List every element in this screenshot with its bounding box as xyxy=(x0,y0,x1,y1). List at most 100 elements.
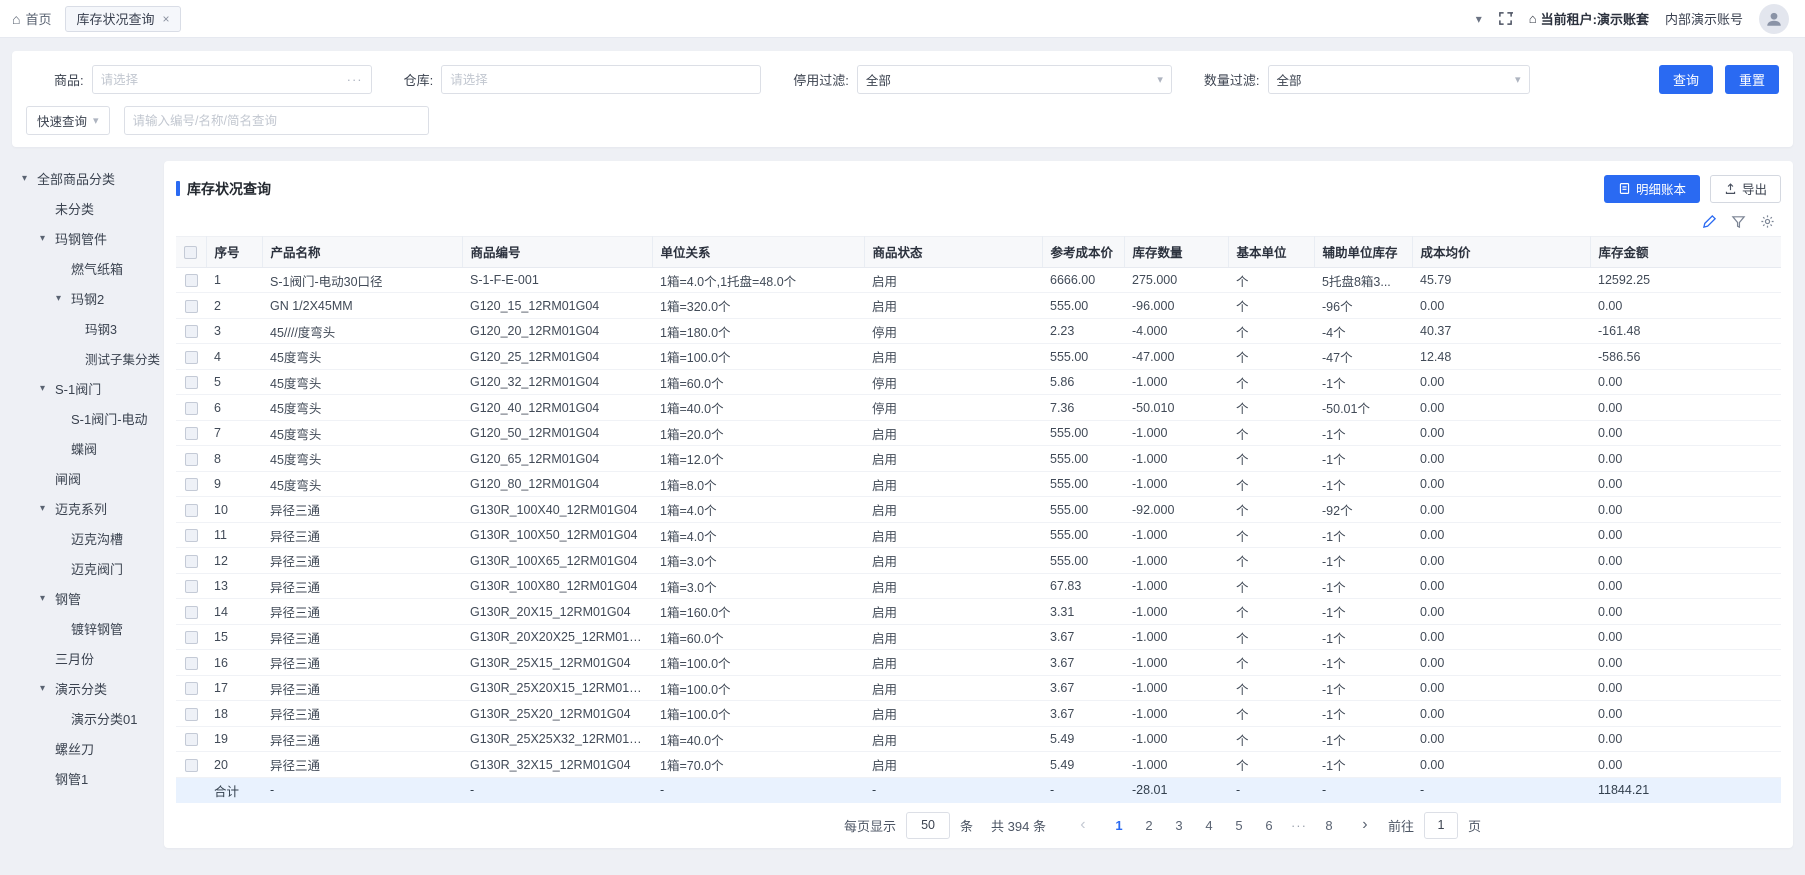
row-checkbox[interactable] xyxy=(185,631,198,644)
filter-icon[interactable] xyxy=(1731,214,1746,229)
table-row[interactable]: 17异径三通G130R_25X20X15_12RM01G041箱=100.0个启… xyxy=(176,675,1781,701)
tree-item[interactable]: ▾S-1阀门 xyxy=(18,373,156,403)
table-row[interactable]: 845度弯头G120_65_12RM01G041箱=12.0个启用555.00-… xyxy=(176,446,1781,472)
table-row[interactable]: 18异径三通G130R_25X20_12RM01G041箱=100.0个启用3.… xyxy=(176,701,1781,727)
row-checkbox[interactable] xyxy=(185,580,198,593)
row-checkbox[interactable] xyxy=(185,351,198,364)
table-row[interactable]: 20异径三通G130R_32X15_12RM01G041箱=70.0个启用5.4… xyxy=(176,752,1781,778)
table-row[interactable]: 445度弯头G120_25_12RM01G041箱=100.0个启用555.00… xyxy=(176,344,1781,370)
user-avatar[interactable] xyxy=(1759,4,1789,34)
row-checkbox[interactable] xyxy=(185,300,198,313)
table-row[interactable]: 645度弯头G120_40_12RM01G041箱=40.0个停用7.36-50… xyxy=(176,395,1781,421)
detail-ledger-button[interactable]: 明细账本 xyxy=(1604,175,1700,203)
page-button[interactable]: 4 xyxy=(1196,812,1222,839)
tree-item[interactable]: 迈克沟槽 xyxy=(18,523,156,553)
tree-item[interactable]: 闸阀 xyxy=(18,463,156,493)
page-button[interactable]: 3 xyxy=(1166,812,1192,839)
tree-item[interactable]: 未分类 xyxy=(18,193,156,223)
quick-search-input[interactable] xyxy=(133,114,420,128)
export-button[interactable]: 导出 xyxy=(1710,175,1781,203)
product-select-box[interactable]: ··· xyxy=(92,65,372,94)
account-name[interactable]: 内部演示账号 xyxy=(1665,9,1743,28)
tree-item[interactable]: 迈克阀门 xyxy=(18,553,156,583)
tab-close-icon[interactable]: × xyxy=(163,12,170,26)
table-row[interactable]: 745度弯头G120_50_12RM01G041箱=20.0个启用555.00-… xyxy=(176,420,1781,446)
edit-icon[interactable] xyxy=(1702,214,1717,229)
tree-item[interactable]: 钢管1 xyxy=(18,763,156,793)
table-row[interactable]: 12异径三通G130R_100X65_12RM01G041箱=3.0个启用555… xyxy=(176,548,1781,574)
table-row[interactable]: 345////度弯头G120_20_12RM01G041箱=180.0个停用2.… xyxy=(176,318,1781,344)
row-checkbox[interactable] xyxy=(185,402,198,415)
tree-item[interactable]: ▾钢管 xyxy=(18,583,156,613)
caret-down-icon[interactable]: ▾ xyxy=(56,293,71,304)
page-button[interactable]: 8 xyxy=(1316,812,1342,839)
caret-down-icon[interactable]: ▾ xyxy=(40,593,55,604)
quick-search-box[interactable] xyxy=(124,106,429,135)
row-checkbox[interactable] xyxy=(185,759,198,772)
reset-button[interactable]: 重置 xyxy=(1725,65,1779,94)
caret-down-icon[interactable]: ▾ xyxy=(40,503,55,514)
gear-icon[interactable] xyxy=(1760,214,1775,229)
tree-item[interactable]: ▾玛钢2 xyxy=(18,283,156,313)
caret-down-icon[interactable]: ▾ xyxy=(40,383,55,394)
tree-item[interactable]: 燃气纸箱 xyxy=(18,253,156,283)
per-page-input[interactable] xyxy=(906,812,950,839)
fullscreen-icon[interactable] xyxy=(1498,11,1513,26)
goto-page-input[interactable] xyxy=(1424,812,1458,839)
more-pages-icon[interactable]: ··· xyxy=(1286,812,1312,839)
next-page-button[interactable]: › xyxy=(1352,812,1378,839)
table-row[interactable]: 945度弯头G120_80_12RM01G041箱=8.0个启用555.00-1… xyxy=(176,471,1781,497)
tree-item[interactable]: 蝶阀 xyxy=(18,433,156,463)
query-button[interactable]: 查询 xyxy=(1659,65,1713,94)
tab-inventory-status[interactable]: 库存状况查询 × xyxy=(65,6,180,32)
table-row[interactable]: 15异径三通G130R_20X20X25_12RM01G041箱=60.0个启用… xyxy=(176,624,1781,650)
tree-item[interactable]: ▾全部商品分类 xyxy=(18,163,156,193)
tree-item[interactable]: 演示分类01 xyxy=(18,703,156,733)
caret-down-icon[interactable]: ▾ xyxy=(40,683,55,694)
row-checkbox[interactable] xyxy=(185,555,198,568)
tree-item[interactable]: ▾演示分类 xyxy=(18,673,156,703)
table-row[interactable]: 10异径三通G130R_100X40_12RM01G041箱=4.0个启用555… xyxy=(176,497,1781,523)
row-checkbox[interactable] xyxy=(185,733,198,746)
row-checkbox[interactable] xyxy=(185,325,198,338)
product-input[interactable] xyxy=(101,73,341,87)
select-all-checkbox[interactable] xyxy=(184,246,197,259)
row-checkbox[interactable] xyxy=(185,376,198,389)
disable-filter-select[interactable]: 全部 ▾ xyxy=(857,65,1172,94)
row-checkbox[interactable] xyxy=(185,427,198,440)
caret-down-icon[interactable]: ▾ xyxy=(40,233,55,244)
row-checkbox[interactable] xyxy=(185,529,198,542)
quick-query-button[interactable]: 快速查询 ▾ xyxy=(26,106,110,135)
tree-item[interactable]: ▾迈克系列 xyxy=(18,493,156,523)
table-row[interactable]: 1S-1阀门-电动30口径S-1-F-E-0011箱=4.0个,1托盘=48.0… xyxy=(176,267,1781,293)
table-row[interactable]: 13异径三通G130R_100X80_12RM01G041箱=3.0个启用67.… xyxy=(176,573,1781,599)
table-row[interactable]: 14异径三通G130R_20X15_12RM01G041箱=160.0个启用3.… xyxy=(176,599,1781,625)
table-row[interactable]: 2GN 1/2X45MMG120_15_12RM01G041箱=320.0个启用… xyxy=(176,293,1781,319)
page-button[interactable]: 1 xyxy=(1106,812,1132,839)
row-checkbox[interactable] xyxy=(185,606,198,619)
tenant-info[interactable]: ⌂ 当前租户:演示账套 xyxy=(1529,9,1649,28)
tree-item[interactable]: 测试子集分类 xyxy=(18,343,156,373)
warehouse-input[interactable] xyxy=(450,73,752,87)
more-options-icon[interactable]: ··· xyxy=(347,72,363,87)
table-row[interactable]: 545度弯头G120_32_12RM01G041箱=60.0个停用5.86-1.… xyxy=(176,369,1781,395)
table-row[interactable]: 19异径三通G130R_25X25X32_12RM01G041箱=40.0个启用… xyxy=(176,726,1781,752)
home-nav[interactable]: ⌂ 首页 xyxy=(12,9,51,28)
caret-down-icon[interactable]: ▾ xyxy=(22,173,37,184)
tree-item[interactable]: S-1阀门-电动 xyxy=(18,403,156,433)
row-checkbox[interactable] xyxy=(185,504,198,517)
qty-filter-select[interactable]: 全部 ▾ xyxy=(1268,65,1530,94)
row-checkbox[interactable] xyxy=(185,453,198,466)
row-checkbox[interactable] xyxy=(185,708,198,721)
page-button[interactable]: 2 xyxy=(1136,812,1162,839)
row-checkbox[interactable] xyxy=(185,682,198,695)
row-checkbox[interactable] xyxy=(185,274,198,287)
table-row[interactable]: 11异径三通G130R_100X50_12RM01G041箱=4.0个启用555… xyxy=(176,522,1781,548)
header-dropdown-icon[interactable]: ▾ xyxy=(1476,12,1482,26)
page-button[interactable]: 5 xyxy=(1226,812,1252,839)
tree-item[interactable]: 螺丝刀 xyxy=(18,733,156,763)
prev-page-button[interactable]: ‹ xyxy=(1070,812,1096,839)
tree-item[interactable]: 三月份 xyxy=(18,643,156,673)
tree-item[interactable]: 镀锌钢管 xyxy=(18,613,156,643)
warehouse-select-box[interactable] xyxy=(441,65,761,94)
